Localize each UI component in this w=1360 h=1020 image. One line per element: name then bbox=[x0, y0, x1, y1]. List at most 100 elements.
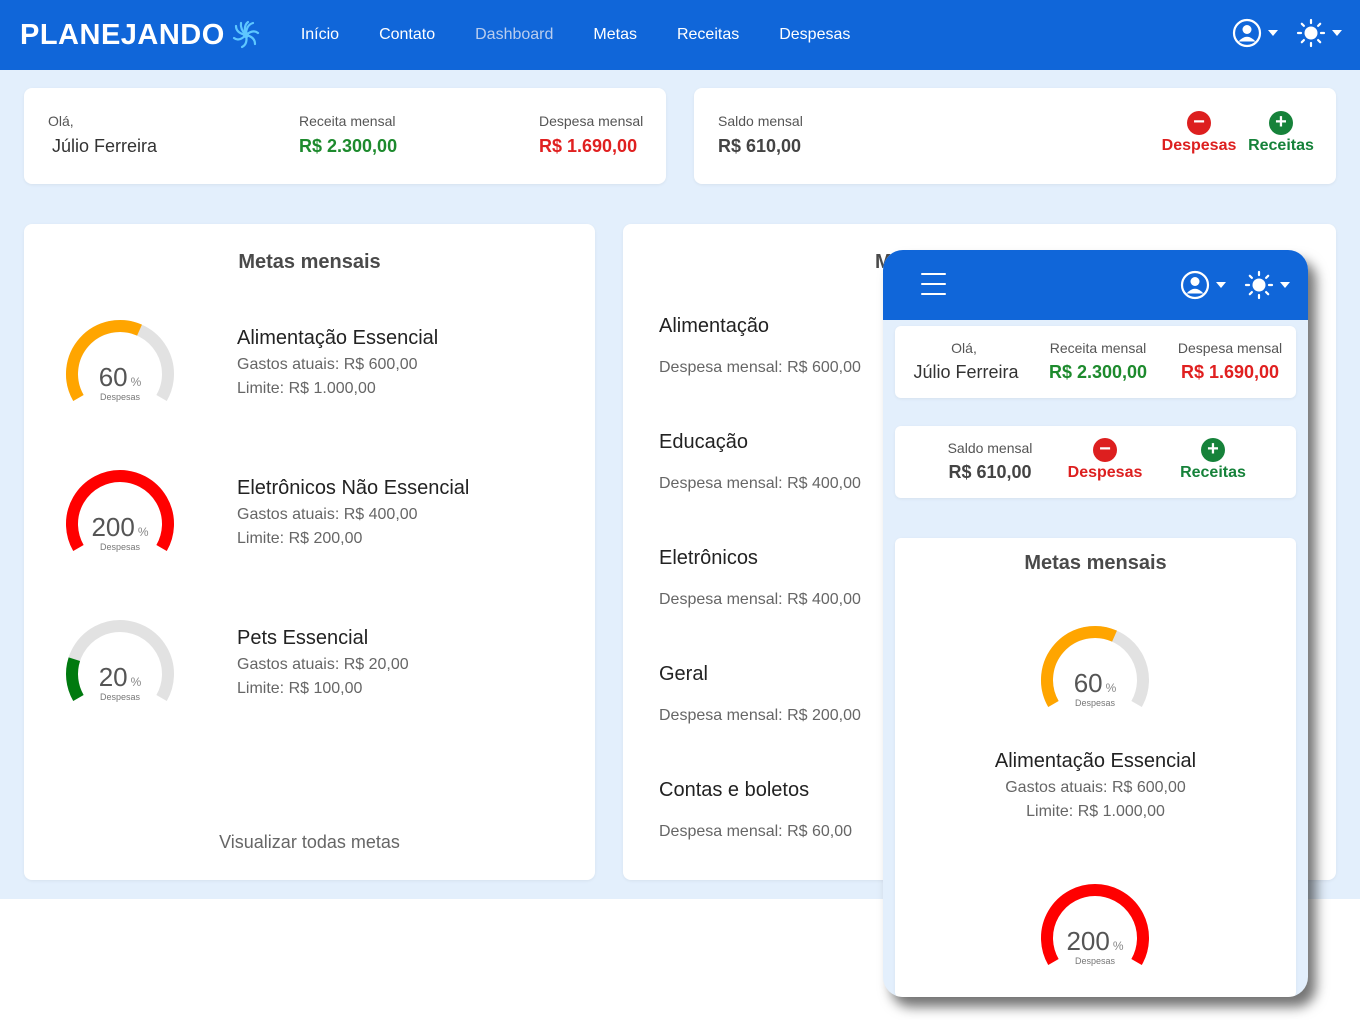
gauge-value: 200% bbox=[1066, 926, 1124, 956]
despesa-value: R$ 1.690,00 bbox=[539, 136, 638, 156]
despesas-button-label: Despesas bbox=[1067, 464, 1143, 481]
user-menu-button[interactable] bbox=[1180, 270, 1226, 300]
despesa-label: Despesa mensal bbox=[1177, 340, 1283, 356]
add-receita-button[interactable]: + Receitas bbox=[1246, 111, 1316, 155]
meta-gauge: 20% Despesas bbox=[60, 614, 180, 724]
categoria-despesa: Despesa mensal: R$ 60,00 bbox=[659, 823, 852, 840]
saldo-value: R$ 610,00 bbox=[718, 136, 802, 156]
nav-right bbox=[1232, 18, 1342, 48]
nav-dashboard[interactable]: Dashboard bbox=[475, 26, 553, 44]
meta-gauge: 200% Despesas bbox=[60, 464, 180, 574]
despesas-button-label: Despesas bbox=[1161, 137, 1237, 154]
categoria-name: Educação bbox=[659, 431, 748, 453]
meta-gauge: 60% Despesas bbox=[60, 314, 180, 424]
gauge-caption: Despesas bbox=[99, 542, 141, 552]
caret-down-icon bbox=[1268, 30, 1278, 36]
user-circle-icon bbox=[1180, 270, 1210, 300]
view-all-metas-link[interactable]: Visualizar todas metas bbox=[24, 832, 595, 853]
meta-gauge: 200% Despesas bbox=[1035, 878, 1155, 988]
mobile-metas-card: Metas mensais 60% Despesas Alimentação E… bbox=[895, 538, 1296, 997]
sun-icon bbox=[1244, 270, 1274, 300]
top-navbar: PLANEJANDO Início Contato Dashboard Meta… bbox=[0, 0, 1360, 70]
caret-down-icon bbox=[1280, 282, 1290, 288]
saldo-value: R$ 610,00 bbox=[948, 462, 1032, 482]
receitas-button-label: Receitas bbox=[1180, 464, 1246, 481]
nav-links: Início Contato Dashboard Metas Receitas … bbox=[301, 26, 891, 44]
theme-menu-button[interactable] bbox=[1244, 270, 1290, 300]
meta-name: Alimentação Essencial bbox=[237, 327, 439, 349]
add-despesa-button[interactable]: − Despesas bbox=[1162, 111, 1236, 155]
saldo-label: Saldo mensal bbox=[718, 113, 803, 129]
minus-circle-icon: − bbox=[1187, 111, 1211, 135]
mobile-preview: Olá, Júlio Ferreira Receita mensal R$ 2.… bbox=[883, 250, 1308, 997]
gauge-value: 20% bbox=[98, 662, 142, 692]
brand-logo[interactable]: PLANEJANDO bbox=[20, 19, 261, 52]
mobile-summary-card: Olá, Júlio Ferreira Receita mensal R$ 2.… bbox=[895, 326, 1296, 398]
caret-down-icon bbox=[1332, 30, 1342, 36]
sun-icon bbox=[1296, 18, 1326, 48]
meta-name: Alimentação Essencial bbox=[994, 750, 1197, 772]
nav-metas[interactable]: Metas bbox=[593, 26, 637, 44]
gauge-value: 200% bbox=[91, 512, 149, 542]
user-menu-button[interactable] bbox=[1232, 18, 1278, 48]
meta-gastos: Gastos atuais: R$ 20,00 bbox=[237, 656, 409, 673]
categoria-despesa: Despesa mensal: R$ 400,00 bbox=[659, 591, 861, 608]
gauge-value: 60% bbox=[1073, 668, 1117, 698]
meta-info: Alimentação Essencial Gastos atuais: R$ … bbox=[895, 750, 1296, 821]
nav-despesas[interactable]: Despesas bbox=[779, 26, 850, 44]
nav-contato[interactable]: Contato bbox=[379, 26, 435, 44]
categoria-despesa: Despesa mensal: R$ 200,00 bbox=[659, 707, 861, 724]
despesa-value: R$ 1.690,00 bbox=[1180, 362, 1280, 382]
categoria-despesa: Despesa mensal: R$ 400,00 bbox=[659, 475, 861, 492]
mobile-nav-right bbox=[1180, 270, 1290, 300]
meta-name: Eletrônicos Não Essencial bbox=[237, 477, 470, 499]
meta-limite: Limite: R$ 1.000,00 bbox=[1026, 803, 1165, 820]
gauge-caption: Despesas bbox=[99, 692, 141, 702]
receita-value: R$ 2.300,00 bbox=[299, 136, 398, 156]
gauge-caption: Despesas bbox=[1074, 698, 1116, 708]
meta-info: Pets Essencial Gastos atuais: R$ 20,00 L… bbox=[237, 627, 409, 698]
meta-limite: Limite: R$ 100,00 bbox=[237, 680, 363, 697]
spiral-icon bbox=[232, 20, 259, 49]
meta-limite: Limite: R$ 200,00 bbox=[237, 530, 363, 547]
mobile-saldo-card: Saldo mensal R$ 610,00 − Despesas + Rece… bbox=[895, 426, 1296, 498]
receitas-button-label: Receitas bbox=[1248, 137, 1314, 154]
meta-gastos: Gastos atuais: R$ 400,00 bbox=[237, 506, 418, 523]
nav-inicio[interactable]: Início bbox=[301, 26, 339, 44]
caret-down-icon bbox=[1216, 282, 1226, 288]
minus-circle-icon: − bbox=[1093, 438, 1117, 462]
receita-label: Receita mensal bbox=[299, 113, 396, 129]
user-circle-icon bbox=[1232, 18, 1262, 48]
meta-gastos: Gastos atuais: R$ 600,00 bbox=[237, 356, 418, 373]
user-name: Júlio Ferreira bbox=[52, 136, 158, 156]
categoria-name: Eletrônicos bbox=[659, 547, 758, 569]
metas-title: Metas mensais bbox=[238, 251, 381, 273]
hamburger-icon[interactable] bbox=[921, 273, 946, 295]
meta-limite: Limite: R$ 1.000,00 bbox=[237, 380, 376, 397]
meta-gauge: 60% Despesas bbox=[1035, 620, 1155, 730]
gauge-caption: Despesas bbox=[99, 392, 141, 402]
gauge-caption: Despesas bbox=[1074, 956, 1116, 966]
receita-value: R$ 2.300,00 bbox=[1048, 362, 1148, 382]
categoria-name: Geral bbox=[659, 663, 708, 685]
meta-gastos: Gastos atuais: R$ 600,00 bbox=[1005, 779, 1186, 796]
saldo-card: Saldo mensal R$ 610,00 − Despesas + Rece… bbox=[694, 88, 1336, 184]
user-name: Júlio Ferreira bbox=[913, 362, 1019, 382]
metas-card: Metas mensais 60% Despesas Alimentação E… bbox=[24, 224, 595, 880]
categoria-despesa: Despesa mensal: R$ 600,00 bbox=[659, 359, 861, 376]
categoria-name: Contas e boletos bbox=[659, 779, 810, 801]
theme-menu-button[interactable] bbox=[1296, 18, 1342, 48]
mobile-navbar bbox=[883, 250, 1308, 320]
meta-name: Pets Essencial bbox=[237, 627, 369, 649]
meta-info: Eletrônicos Não Essencial Gastos atuais:… bbox=[237, 477, 469, 548]
summary-card: Olá, Júlio Ferreira Receita mensal R$ 2.… bbox=[24, 88, 666, 184]
gauge-value: 60% bbox=[98, 362, 142, 392]
plus-circle-icon: + bbox=[1269, 111, 1293, 135]
meta-info: Alimentação Essencial Gastos atuais: R$ … bbox=[237, 327, 438, 398]
nav-receitas[interactable]: Receitas bbox=[677, 26, 739, 44]
greeting: Olá, bbox=[48, 113, 74, 129]
add-despesa-button[interactable]: − Despesas bbox=[1067, 438, 1143, 482]
add-receita-button[interactable]: + Receitas bbox=[1177, 438, 1249, 482]
receita-label: Receita mensal bbox=[1049, 340, 1147, 356]
despesa-label: Despesa mensal bbox=[539, 113, 644, 129]
